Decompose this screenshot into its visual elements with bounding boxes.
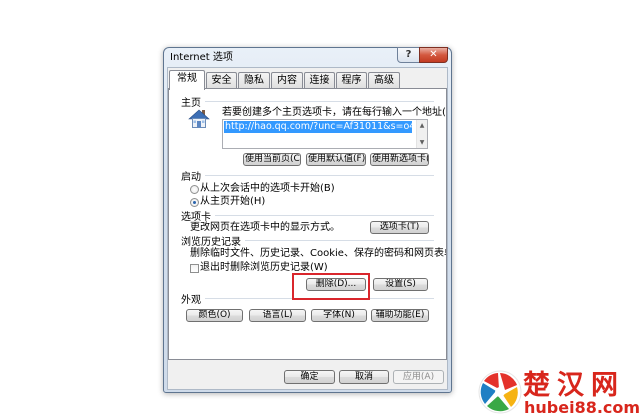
startup-heading: 启动 <box>181 169 434 183</box>
startup-last-session-radio[interactable] <box>190 185 199 194</box>
startup-heading-label: 启动 <box>181 171 201 183</box>
use-new-tab-button[interactable]: 使用新选项卡(U) <box>370 153 429 166</box>
window-title: Internet 选项 <box>170 52 233 63</box>
tab-programs[interactable]: 程序 <box>336 72 367 89</box>
use-current-button[interactable]: 使用当前页(C) <box>243 153 301 166</box>
internet-options-dialog: Internet 选项 ? ✕ 常规 安全 隐私 内容 连接 程序 高级 主页 … <box>163 47 452 393</box>
home-page-heading: 主页 <box>181 95 434 109</box>
startup-home-page-label[interactable]: 从主页开始(H) <box>200 196 265 208</box>
delete-on-exit-checkbox[interactable] <box>190 264 199 273</box>
highlight-box <box>292 273 370 300</box>
tabs-heading: 选项卡 <box>181 209 434 223</box>
history-description: 删除临时文件、历史记录、Cookie、保存的密码和网页表单信息。 <box>190 248 446 259</box>
apply-button[interactable]: 应用(A) <box>393 370 444 384</box>
startup-home-page-radio[interactable] <box>190 198 199 207</box>
tab-connections[interactable]: 连接 <box>304 72 335 89</box>
heading-separator <box>205 100 434 102</box>
startup-last-session-label[interactable]: 从上次会话中的选项卡开始(B) <box>200 183 335 195</box>
tabs-settings-button[interactable]: 选项卡(T) <box>370 221 429 234</box>
cancel-button[interactable]: 取消 <box>339 370 389 384</box>
scroll-up-icon[interactable]: ▲ <box>417 121 427 130</box>
scroll-down-icon[interactable]: ▼ <box>417 138 427 147</box>
history-heading: 浏览历史记录 <box>181 234 434 248</box>
close-icon[interactable]: ✕ <box>419 47 448 63</box>
tabs-heading-label: 选项卡 <box>181 211 211 223</box>
general-tab-panel: 主页 若要创建多个主页选项卡，请在每行输入一个地址(R)。 http://hao… <box>168 88 447 360</box>
watermark-name: 楚汉网 <box>523 370 625 401</box>
tab-general[interactable]: 常规 <box>169 70 205 90</box>
home-page-url-field[interactable]: http://hao.qq.com/?unc=Af31011&s=o400493… <box>222 119 428 149</box>
heading-separator <box>205 174 434 176</box>
accessibility-button[interactable]: 辅助功能(E) <box>371 309 429 322</box>
home-page-url-selected: http://hao.qq.com/?unc=Af31011&s=o400493 <box>224 121 412 133</box>
fonts-button[interactable]: 字体(N) <box>311 309 367 322</box>
use-default-button[interactable]: 使用默认值(F) <box>306 153 366 166</box>
help-icon[interactable]: ? <box>397 47 420 63</box>
history-settings-button[interactable]: 设置(S) <box>373 278 428 291</box>
tab-security[interactable]: 安全 <box>206 72 237 89</box>
languages-button[interactable]: 语言(L) <box>249 309 306 322</box>
heading-separator <box>245 239 434 241</box>
tab-privacy[interactable]: 隐私 <box>238 72 270 89</box>
ok-button[interactable]: 确定 <box>284 370 335 384</box>
watermark-logo-icon <box>477 369 523 415</box>
tab-content[interactable]: 内容 <box>271 72 303 89</box>
tab-advanced[interactable]: 高级 <box>368 72 400 89</box>
watermark-domain: hubei88.com <box>524 398 640 417</box>
url-field-scrollbar[interactable]: ▲ ▼ <box>416 120 427 148</box>
appearance-heading-label: 外观 <box>181 294 201 306</box>
heading-separator <box>215 214 434 216</box>
history-heading-label: 浏览历史记录 <box>181 236 241 248</box>
home-page-hint: 若要创建多个主页选项卡，请在每行输入一个地址(R)。 <box>222 107 447 118</box>
colors-button[interactable]: 颜色(O) <box>186 309 243 322</box>
house-icon <box>188 107 210 130</box>
